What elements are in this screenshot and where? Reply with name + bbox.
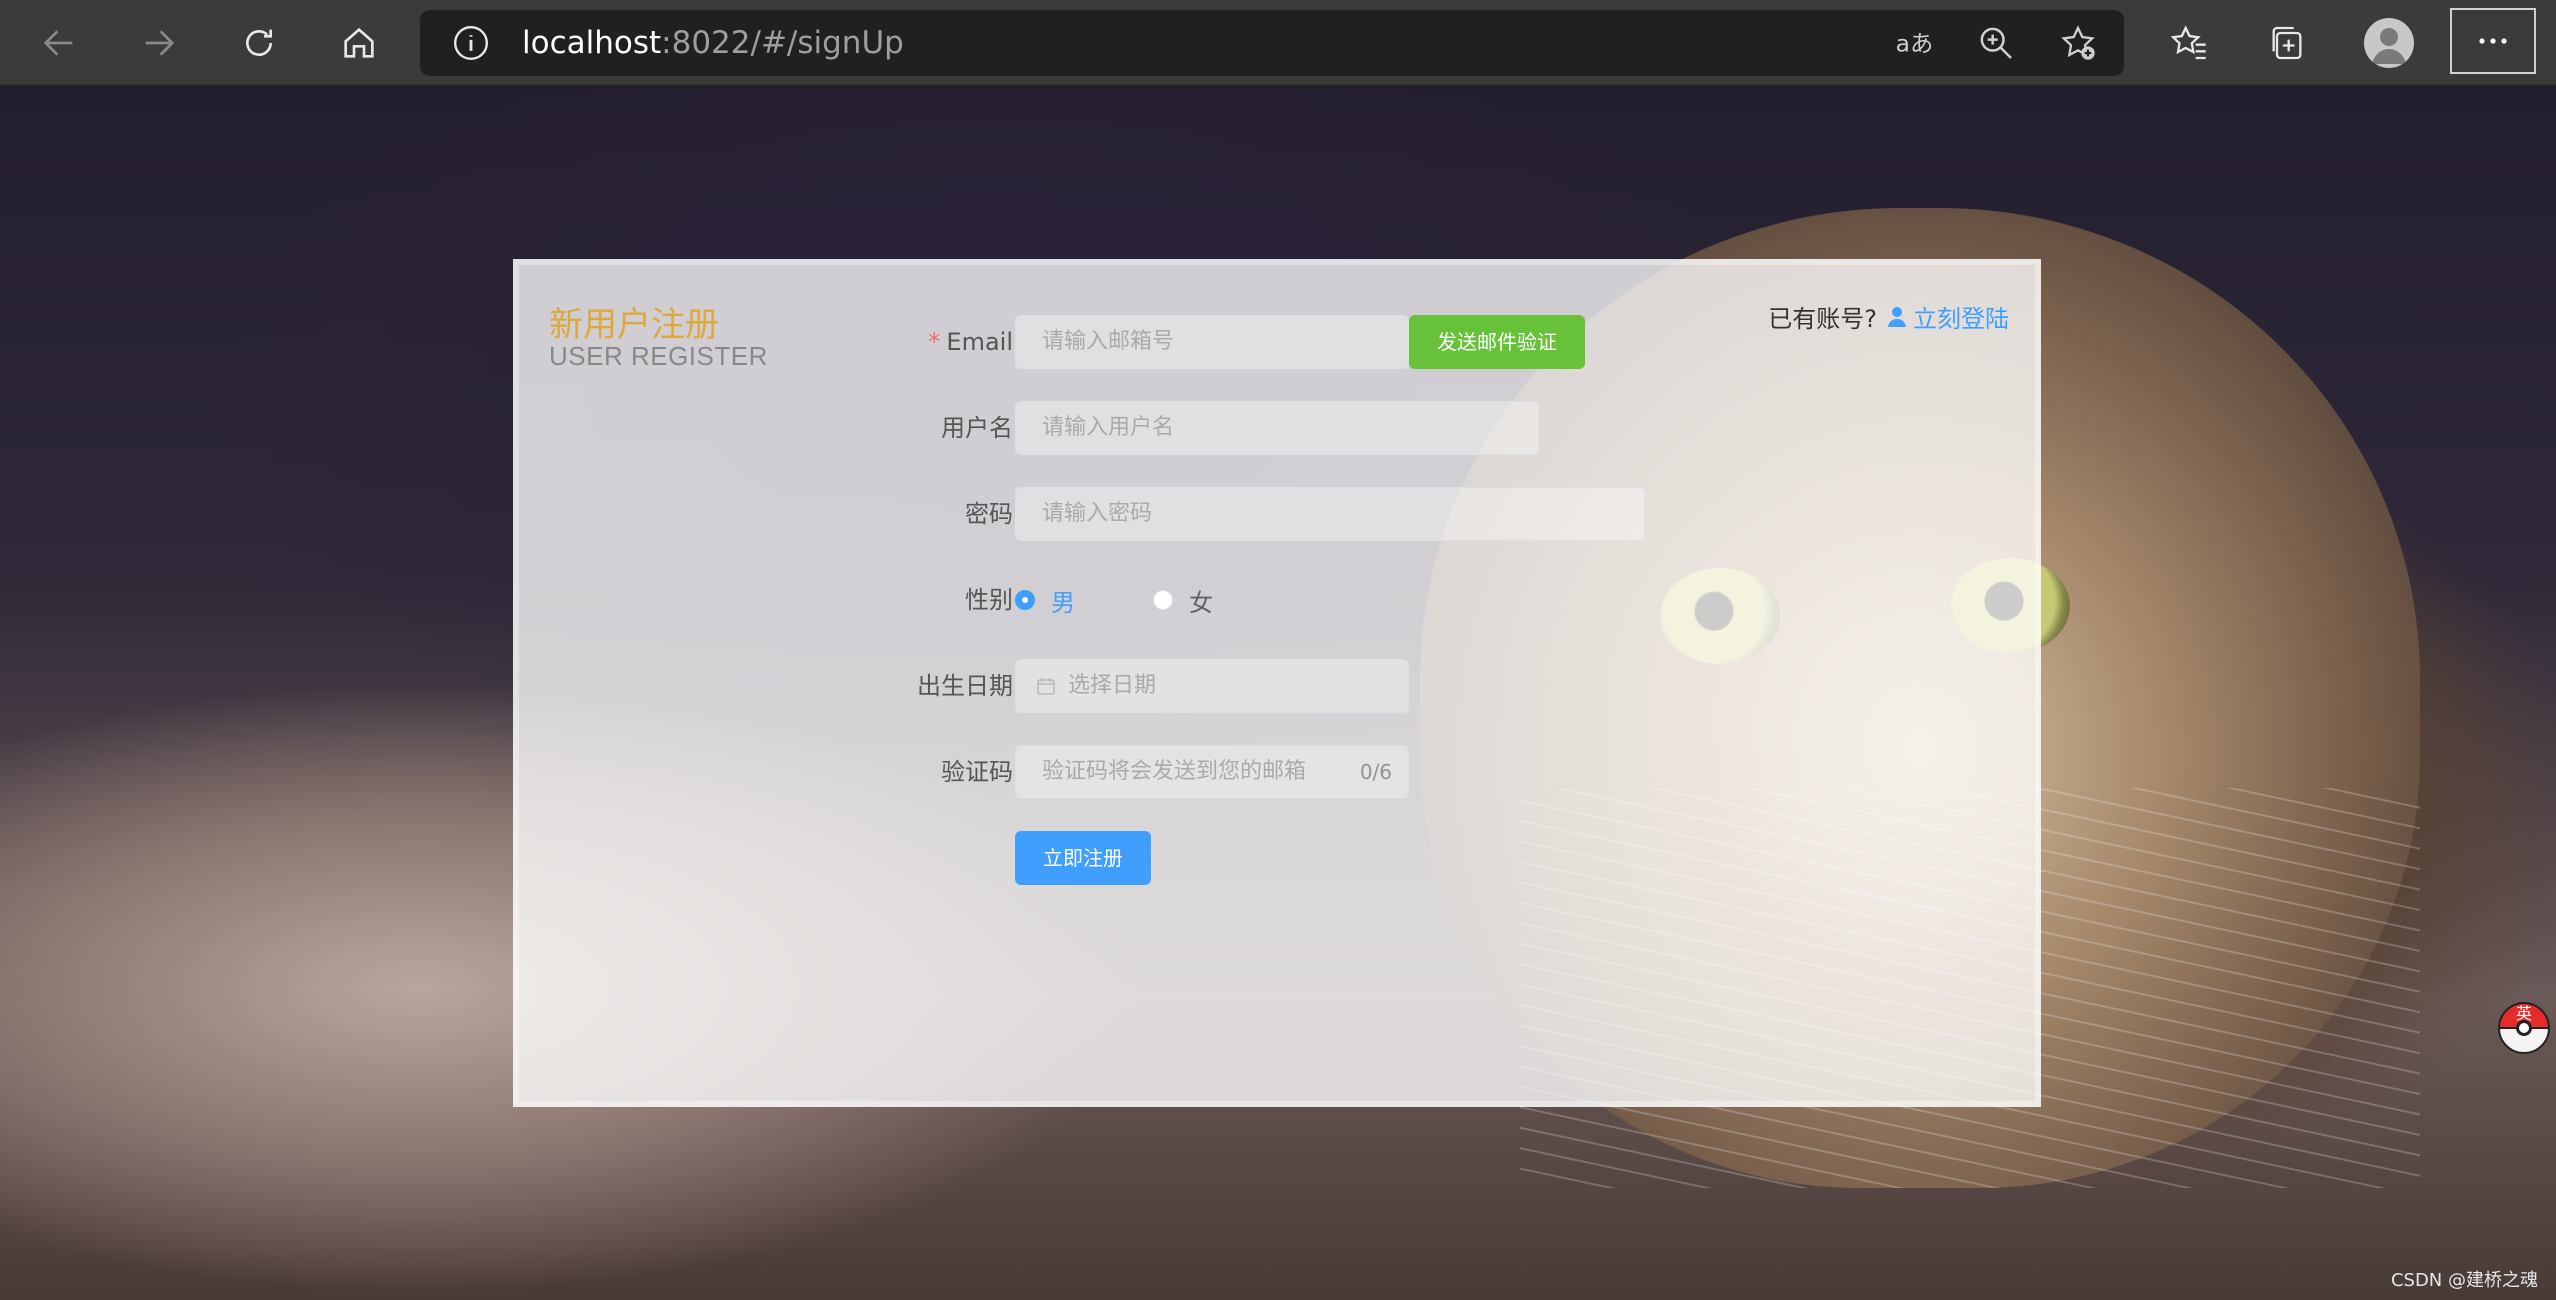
- page-content: 新用户注册 USER REGISTER 已有账号? 立刻登陆 * Email 请输…: [0, 88, 2556, 1300]
- gender-female-label: 女: [1189, 588, 1213, 617]
- back-arrow-icon: [43, 30, 73, 56]
- password-row: 密码 请输入密码: [519, 487, 2019, 541]
- submit-row: 立即注册: [519, 831, 2019, 885]
- username-placeholder: 请输入用户名: [1042, 415, 1175, 440]
- add-favorite-icon[interactable]: [2058, 23, 2098, 63]
- read-aloud-icon[interactable]: aあ: [1894, 23, 1934, 63]
- settings-more-button[interactable]: [2450, 8, 2536, 74]
- gender-row: 性别 男 女: [519, 573, 2019, 627]
- code-row: 验证码 验证码将会发送到您的邮箱 0/6: [519, 745, 2019, 799]
- watermark-text: CSDN @建桥之魂: [2390, 1270, 2538, 1291]
- password-placeholder: 请输入密码: [1042, 501, 1153, 526]
- code-label: 验证码: [941, 758, 1013, 786]
- register-form-card: 新用户注册 USER REGISTER 已有账号? 立刻登陆 * Email 请输…: [513, 259, 2041, 1107]
- username-row: 用户名 请输入用户名: [519, 401, 2019, 455]
- radio-checked-icon: [1015, 590, 1035, 610]
- required-mark: *: [928, 328, 941, 356]
- username-input[interactable]: 请输入用户名: [1015, 401, 1539, 455]
- username-label: 用户名: [941, 414, 1013, 442]
- info-icon[interactable]: [452, 24, 490, 62]
- email-label: * Email: [519, 315, 1013, 369]
- url-host: localhost: [522, 25, 662, 61]
- profile-avatar[interactable]: [2364, 18, 2414, 68]
- email-placeholder: 请输入邮箱号: [1042, 329, 1175, 354]
- home-icon: [344, 27, 374, 58]
- send-email-verification-button[interactable]: 发送邮件验证: [1409, 315, 1585, 369]
- forward-arrow-icon: [145, 30, 175, 56]
- birthday-label: 出生日期: [917, 672, 1013, 700]
- code-placeholder: 验证码将会发送到您的邮箱: [1042, 759, 1307, 784]
- back-button[interactable]: [34, 18, 84, 68]
- verification-code-input[interactable]: 验证码将会发送到您的邮箱 0/6: [1015, 745, 1409, 799]
- birthday-date-picker[interactable]: 选择日期: [1015, 659, 1409, 713]
- collections-icon: [2272, 26, 2302, 60]
- gender-label: 性别: [965, 586, 1013, 614]
- browser-toolbar: localhost:8022/#/signUp aあ: [0, 0, 2556, 86]
- calendar-icon: [1037, 678, 1055, 695]
- favorites-icon: [2170, 25, 2206, 60]
- floating-ime-widget[interactable]: 英: [2498, 1002, 2550, 1054]
- svg-text:aあ: aあ: [1896, 29, 1934, 57]
- email-input[interactable]: 请输入邮箱号: [1015, 315, 1409, 369]
- reload-icon: [246, 29, 272, 56]
- gender-male-label: 男: [1051, 588, 1075, 617]
- birthday-placeholder: 选择日期: [1068, 673, 1157, 698]
- password-input[interactable]: 请输入密码: [1015, 487, 1645, 541]
- favorites-button[interactable]: [2164, 18, 2214, 68]
- zoom-icon[interactable]: [1976, 23, 2016, 63]
- birthday-row: 出生日期 选择日期: [519, 659, 2019, 713]
- register-submit-button[interactable]: 立即注册: [1015, 831, 1151, 885]
- pokeball-icon: [2516, 1020, 2532, 1036]
- avatar-icon: [2372, 28, 2406, 64]
- home-button[interactable]: [334, 18, 384, 68]
- url-text[interactable]: localhost:8022/#/signUp: [522, 23, 904, 63]
- more-dots-icon: [2479, 38, 2507, 44]
- url-path: :8022/#/signUp: [661, 25, 904, 61]
- reload-button[interactable]: [234, 18, 284, 68]
- code-char-counter: 0/6: [1359, 760, 1392, 784]
- gender-radio-male[interactable]: 男: [1015, 573, 1075, 627]
- gender-radio-female[interactable]: 女: [1153, 573, 1213, 627]
- address-bar[interactable]: localhost:8022/#/signUp aあ: [420, 10, 2124, 76]
- email-row: * Email 请输入邮箱号 发送邮件验证: [519, 315, 2019, 369]
- email-label-text: Email: [946, 328, 1013, 356]
- radio-unchecked-icon: [1153, 590, 1173, 610]
- collections-button[interactable]: [2262, 18, 2312, 68]
- password-label: 密码: [965, 500, 1013, 528]
- forward-button[interactable]: [134, 18, 184, 68]
